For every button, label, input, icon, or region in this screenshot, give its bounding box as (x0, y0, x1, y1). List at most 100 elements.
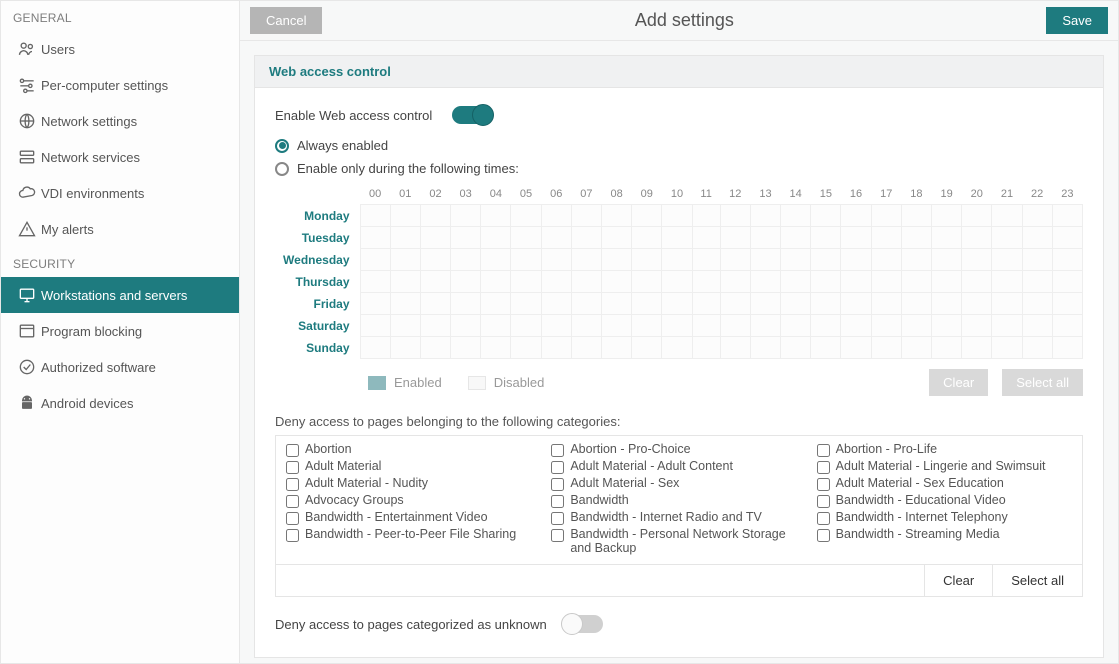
schedule-cell[interactable] (571, 293, 601, 315)
checkbox-input[interactable] (817, 529, 830, 542)
category-checkbox[interactable]: Bandwidth - Educational Video (817, 493, 1072, 508)
schedule-cell[interactable] (481, 293, 511, 315)
sidebar-item-my-alerts[interactable]: My alerts (1, 211, 239, 247)
sidebar-item-network-services[interactable]: Network services (1, 139, 239, 175)
schedule-cell[interactable] (811, 271, 841, 293)
category-checkbox[interactable]: Adult Material - Lingerie and Swimsuit (817, 459, 1072, 474)
schedule-cell[interactable] (692, 271, 720, 293)
schedule-cell[interactable] (781, 293, 811, 315)
checkbox-input[interactable] (286, 512, 299, 525)
schedule-cell[interactable] (390, 227, 420, 249)
schedule-cell[interactable] (451, 249, 481, 271)
schedule-cell[interactable] (481, 227, 511, 249)
schedule-cell[interactable] (962, 337, 992, 359)
schedule-cell[interactable] (1022, 315, 1052, 337)
schedule-cell[interactable] (511, 315, 541, 337)
schedule-cell[interactable] (841, 271, 871, 293)
schedule-cell[interactable] (481, 337, 511, 359)
schedule-cell[interactable] (662, 227, 692, 249)
schedule-cell[interactable] (1052, 315, 1082, 337)
schedule-cell[interactable] (811, 315, 841, 337)
schedule-cell[interactable] (481, 271, 511, 293)
schedule-cell[interactable] (602, 227, 632, 249)
schedule-cell[interactable] (932, 249, 962, 271)
schedule-cell[interactable] (662, 293, 692, 315)
schedule-cell[interactable] (932, 227, 962, 249)
checkbox-input[interactable] (817, 478, 830, 491)
schedule-cell[interactable] (571, 249, 601, 271)
schedule-cell[interactable] (1022, 337, 1052, 359)
schedule-cell[interactable] (632, 337, 662, 359)
save-button[interactable]: Save (1046, 7, 1108, 34)
schedule-cell[interactable] (901, 293, 931, 315)
category-checkbox[interactable]: Bandwidth - Internet Telephony (817, 510, 1072, 525)
category-checkbox[interactable]: Bandwidth - Streaming Media (817, 527, 1072, 555)
schedule-cell[interactable] (1022, 205, 1052, 227)
schedule-cell[interactable] (750, 315, 780, 337)
schedule-cell[interactable] (360, 315, 390, 337)
schedule-cell[interactable] (871, 337, 901, 359)
schedule-cell[interactable] (541, 227, 571, 249)
schedule-cell[interactable] (390, 293, 420, 315)
schedule-cell[interactable] (360, 293, 390, 315)
schedule-cell[interactable] (1022, 293, 1052, 315)
category-checkbox[interactable]: Bandwidth - Internet Radio and TV (551, 510, 806, 525)
schedule-cell[interactable] (932, 337, 962, 359)
schedule-cell[interactable] (932, 271, 962, 293)
schedule-cell[interactable] (571, 315, 601, 337)
schedule-cell[interactable] (1052, 271, 1082, 293)
schedule-cell[interactable] (632, 205, 662, 227)
sidebar-item-authorized-software[interactable]: Authorized software (1, 349, 239, 385)
schedule-cell[interactable] (511, 337, 541, 359)
schedule-cell[interactable] (360, 205, 390, 227)
category-checkbox[interactable]: Abortion (286, 442, 541, 457)
categories-select-all-button[interactable]: Select all (992, 565, 1082, 596)
checkbox-input[interactable] (817, 512, 830, 525)
schedule-cell[interactable] (420, 293, 450, 315)
category-checkbox[interactable]: Abortion - Pro-Choice (551, 442, 806, 457)
enable-web-access-control-toggle[interactable] (452, 106, 492, 124)
schedule-cell[interactable] (451, 205, 481, 227)
schedule-cell[interactable] (1052, 205, 1082, 227)
schedule-cell[interactable] (1052, 293, 1082, 315)
schedule-cell[interactable] (1022, 249, 1052, 271)
schedule-cell[interactable] (871, 315, 901, 337)
schedule-cell[interactable] (632, 293, 662, 315)
schedule-cell[interactable] (632, 249, 662, 271)
schedule-cell[interactable] (662, 249, 692, 271)
schedule-cell[interactable] (781, 227, 811, 249)
checkbox-input[interactable] (551, 495, 564, 508)
checkbox-input[interactable] (551, 478, 564, 491)
schedule-cell[interactable] (871, 205, 901, 227)
schedule-cell[interactable] (541, 249, 571, 271)
schedule-cell[interactable] (692, 227, 720, 249)
schedule-cell[interactable] (511, 249, 541, 271)
schedule-cell[interactable] (720, 227, 750, 249)
schedule-cell[interactable] (602, 271, 632, 293)
schedule-cell[interactable] (811, 293, 841, 315)
schedule-cell[interactable] (932, 293, 962, 315)
sidebar-item-network-settings[interactable]: Network settings (1, 103, 239, 139)
schedule-cell[interactable] (541, 337, 571, 359)
schedule-cell[interactable] (1052, 227, 1082, 249)
schedule-cell[interactable] (360, 249, 390, 271)
schedule-cell[interactable] (420, 227, 450, 249)
checkbox-input[interactable] (286, 529, 299, 542)
checkbox-input[interactable] (551, 461, 564, 474)
schedule-cell[interactable] (602, 293, 632, 315)
schedule-cell[interactable] (602, 249, 632, 271)
schedule-cell[interactable] (692, 293, 720, 315)
schedule-cell[interactable] (841, 227, 871, 249)
schedule-cell[interactable] (511, 227, 541, 249)
checkbox-input[interactable] (286, 461, 299, 474)
schedule-cell[interactable] (390, 271, 420, 293)
schedule-cell[interactable] (390, 315, 420, 337)
radio-always-enabled[interactable]: Always enabled (275, 138, 1083, 153)
schedule-cell[interactable] (511, 271, 541, 293)
schedule-cell[interactable] (871, 249, 901, 271)
schedule-cell[interactable] (451, 315, 481, 337)
schedule-cell[interactable] (662, 271, 692, 293)
checkbox-input[interactable] (817, 495, 830, 508)
deny-unknown-toggle[interactable] (563, 615, 603, 633)
category-checkbox[interactable]: Adult Material - Sex (551, 476, 806, 491)
